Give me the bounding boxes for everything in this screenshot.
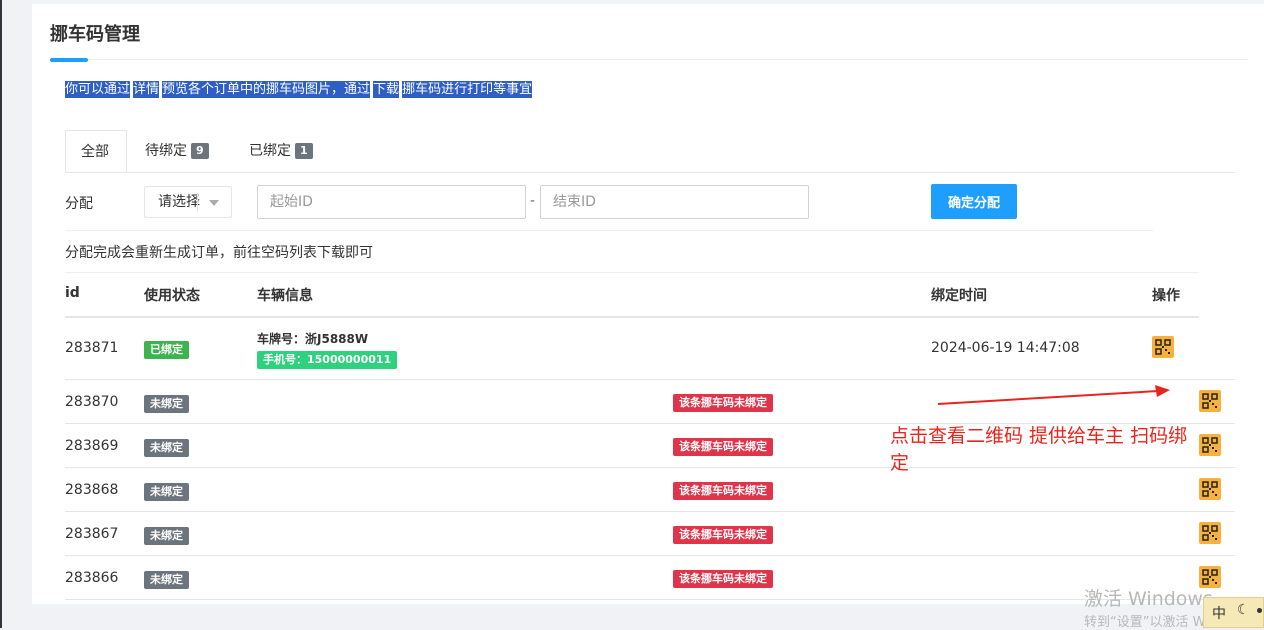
annotation-text: 点击查看二维码 提供给车主 扫码绑定 — [890, 425, 1188, 474]
ime-label: 中 — [1212, 606, 1226, 622]
ime-indicator[interactable]: 中 ☾ — [1203, 597, 1264, 628]
moon-icon: ☾ — [1237, 602, 1250, 618]
watermark-title: 激活 Windows — [1084, 588, 1213, 610]
annotation-arrow — [937, 385, 1170, 405]
dot-icon — [1257, 608, 1262, 613]
